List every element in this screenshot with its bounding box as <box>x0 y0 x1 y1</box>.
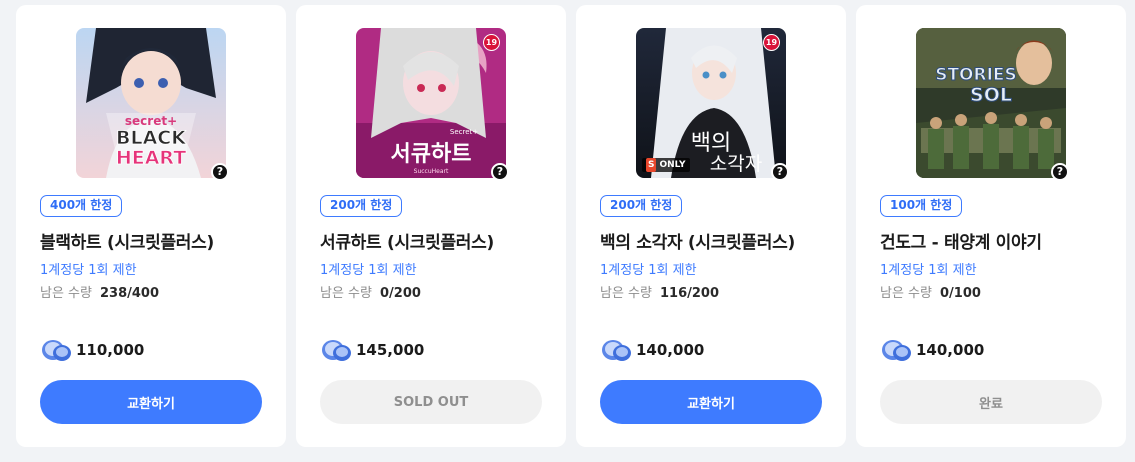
product-card: secret+ BLACK HEART ? 400개 한정 블랙하트 (시크릿플… <box>16 5 286 447</box>
cash-coin-icon <box>882 340 911 361</box>
limited-quantity-badge: 200개 한정 <box>320 195 403 217</box>
product-grid: secret+ BLACK HEART ? 400개 한정 블랙하트 (시크릿플… <box>0 0 1135 462</box>
remaining-stock: 남은 수량 116/200 <box>600 282 719 301</box>
art-text: Secret+ <box>450 128 478 136</box>
product-card: STORIES SOL ? 100개 한정 건도그 - 태양계 이야기 1계정당… <box>856 5 1126 447</box>
per-account-limit: 1계정당 1회 제한 <box>320 263 417 278</box>
remaining-stock: 남은 수량 238/400 <box>40 282 159 301</box>
art-text: BLACK <box>116 127 187 149</box>
price: 145,000 <box>320 336 424 364</box>
completed-button[interactable]: 완료 <box>880 380 1102 424</box>
remaining-label: 남은 수량 <box>600 286 652 301</box>
remaining-label: 남은 수량 <box>40 286 92 301</box>
price: 140,000 <box>600 336 704 364</box>
cash-coin-icon <box>42 340 71 361</box>
product-thumbnail[interactable]: 서큐하트 Secret+ SuccuHeart 19 <box>356 28 506 178</box>
price-value: 140,000 <box>916 341 985 359</box>
art-text: STORIES <box>935 65 1017 85</box>
exchange-button[interactable]: 교환하기 <box>600 380 822 424</box>
remaining-value: 116/200 <box>659 286 720 301</box>
remaining-label: 남은 수량 <box>880 286 932 301</box>
price: 140,000 <box>880 336 984 364</box>
exchange-button[interactable]: 교환하기 <box>40 380 262 424</box>
art-text: 서큐하트 <box>391 142 472 167</box>
price-value: 145,000 <box>356 341 425 359</box>
product-art: 백의 소각자 <box>636 28 786 178</box>
product-art: STORIES SOL <box>916 28 1066 178</box>
price: 110,000 <box>40 336 144 364</box>
question-mark-icon[interactable]: ? <box>211 163 229 181</box>
product-title: 백의 소각자 (시크릿플러스) <box>600 233 795 253</box>
art-text: 소각자 <box>710 153 762 175</box>
remaining-value: 0/200 <box>379 286 421 301</box>
only-badge-label: ONLY <box>659 160 686 170</box>
product-card: 서큐하트 Secret+ SuccuHeart 19 ? 200개 한정 서큐하… <box>296 5 566 447</box>
age-rating-badge: 19 <box>483 34 500 51</box>
limited-quantity-badge: 400개 한정 <box>40 195 123 217</box>
product-thumbnail[interactable]: secret+ BLACK HEART <box>76 28 226 178</box>
question-mark-icon[interactable]: ? <box>1051 163 1069 181</box>
sold-out-button[interactable]: SOLD OUT <box>320 380 542 424</box>
product-card: 백의 소각자 19 S ONLY ? 200개 한정 백의 소각자 (시크릿플러스… <box>576 5 846 447</box>
only-badge-mark: S <box>646 158 657 172</box>
remaining-stock: 남은 수량 0/200 <box>320 282 421 301</box>
product-thumbnail[interactable]: STORIES SOL <box>916 28 1066 178</box>
per-account-limit: 1계정당 1회 제한 <box>40 263 137 278</box>
remaining-stock: 남은 수량 0/100 <box>880 282 981 301</box>
cash-coin-icon <box>602 340 631 361</box>
price-value: 110,000 <box>76 341 145 359</box>
product-thumbnail[interactable]: 백의 소각자 19 S ONLY <box>636 28 786 178</box>
question-mark-icon[interactable]: ? <box>771 163 789 181</box>
product-art: secret+ BLACK HEART <box>76 28 226 178</box>
product-art: 서큐하트 Secret+ SuccuHeart <box>356 28 506 178</box>
remaining-label: 남은 수량 <box>320 286 372 301</box>
product-title: 건도그 - 태양계 이야기 <box>880 233 1042 253</box>
cash-coin-icon <box>322 340 351 361</box>
art-text: secret+ <box>125 114 177 128</box>
remaining-value: 0/100 <box>939 286 981 301</box>
age-rating-badge: 19 <box>763 34 780 51</box>
product-title: 블랙하트 (시크릿플러스) <box>40 233 214 253</box>
art-text: SOL <box>970 84 1012 106</box>
price-value: 140,000 <box>636 341 705 359</box>
exclusive-only-badge: S ONLY <box>642 158 690 172</box>
limited-quantity-badge: 100개 한정 <box>880 195 963 217</box>
art-text: SuccuHeart <box>414 168 449 175</box>
remaining-value: 238/400 <box>99 286 160 301</box>
question-mark-icon[interactable]: ? <box>491 163 509 181</box>
limited-quantity-badge: 200개 한정 <box>600 195 683 217</box>
product-title: 서큐하트 (시크릿플러스) <box>320 233 494 253</box>
art-text: HEART <box>116 147 186 169</box>
per-account-limit: 1계정당 1회 제한 <box>880 263 977 278</box>
per-account-limit: 1계정당 1회 제한 <box>600 263 697 278</box>
